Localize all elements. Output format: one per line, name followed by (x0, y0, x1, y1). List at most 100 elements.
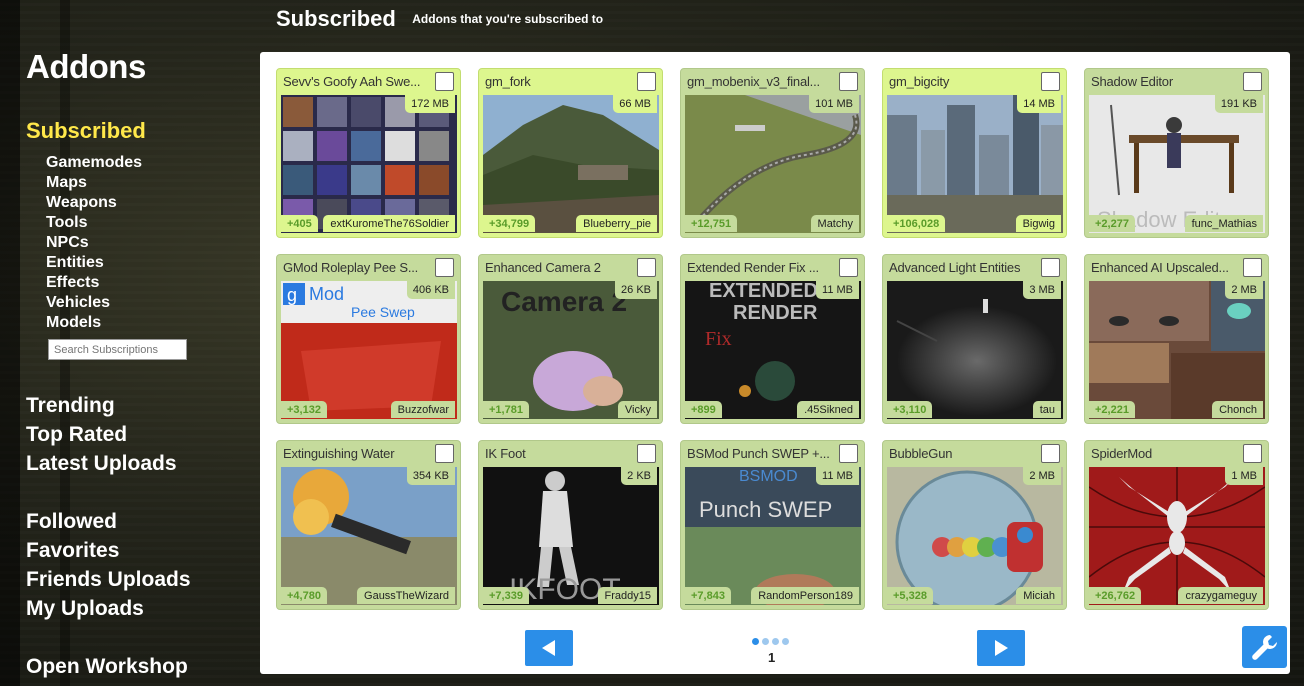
addon-select-checkbox[interactable] (839, 444, 858, 463)
search-subscriptions-input[interactable] (48, 339, 187, 360)
addon-score: +4,780 (281, 587, 327, 604)
addon-select-checkbox[interactable] (637, 72, 656, 91)
addon-select-checkbox[interactable] (435, 72, 454, 91)
addon-author: RandomPerson189 (751, 587, 859, 604)
open-workshop-link[interactable]: Open Workshop (26, 652, 188, 681)
addon-select-checkbox[interactable] (1243, 258, 1262, 277)
addon-select-checkbox[interactable] (637, 444, 656, 463)
addon-thumbnail: Camera 2 (483, 281, 659, 419)
page-indicator (752, 638, 789, 645)
addon-card[interactable]: gm_mobenix_v3_final... 101 MB +12,751 Ma… (680, 68, 865, 238)
addon-author: Bigwig (1015, 215, 1061, 232)
addon-title: Sevv's Goofy Aah Swe... (283, 74, 421, 89)
addon-score: +3,110 (887, 401, 933, 418)
addon-select-checkbox[interactable] (839, 258, 858, 277)
addon-select-checkbox[interactable] (1041, 444, 1060, 463)
addon-card[interactable]: BSMOD Punch SWEP BSMod Punch SWEP +... 1… (680, 440, 865, 610)
category-tools[interactable]: Tools (46, 213, 142, 233)
addon-author: Miciah (1016, 587, 1061, 604)
addon-size: 14 MB (1017, 95, 1061, 113)
addon-thumbnail (281, 467, 457, 605)
category-gamemodes[interactable]: Gamemodes (46, 153, 142, 173)
addon-select-checkbox[interactable] (637, 258, 656, 277)
category-maps[interactable]: Maps (46, 173, 142, 193)
nav-trending[interactable]: Trending (26, 391, 177, 420)
nav-latest-uploads[interactable]: Latest Uploads (26, 449, 177, 478)
addon-score: +405 (281, 215, 318, 232)
addon-card[interactable]: Camera 2 Enhanced Camera 2 26 KB +1,781 … (478, 254, 663, 424)
addon-card[interactable]: BubbleGun 2 MB +5,328 Miciah (882, 440, 1067, 610)
addon-card[interactable]: EXTENDED RENDER Fix Extended Render Fix … (680, 254, 865, 424)
addon-thumbnail: Shadow Edit (1089, 95, 1265, 233)
addon-card[interactable]: Enhanced AI Upscaled... 2 MB +2,221 Chon… (1084, 254, 1269, 424)
category-entities[interactable]: Entities (46, 253, 142, 273)
nav-group-personal: Followed Favorites Friends Uploads My Up… (26, 507, 191, 623)
page-number: 1 (768, 650, 776, 665)
addon-card[interactable]: IKFOOT IK Foot 2 KB +7,339 Fraddy15 (478, 440, 663, 610)
addon-select-checkbox[interactable] (1243, 72, 1262, 91)
addon-thumbnail (281, 95, 457, 233)
thumb-text: EXTENDED (709, 281, 818, 302)
addon-score: +2,221 (1089, 401, 1135, 418)
next-page-button[interactable] (977, 630, 1025, 666)
addon-author: Buzzofwar (390, 401, 455, 418)
addon-score: +34,799 (483, 215, 536, 232)
category-vehicles[interactable]: Vehicles (46, 293, 142, 313)
addon-select-checkbox[interactable] (1041, 258, 1060, 277)
addon-size: 3 MB (1023, 281, 1061, 299)
addon-title: Shadow Editor (1091, 74, 1173, 89)
addon-panel: Sevv's Goofy Aah Swe... 172 MB +405 extK… (260, 52, 1290, 674)
page-header: Subscribed Addons that you're subscribed… (276, 6, 603, 32)
page-dot (782, 638, 789, 645)
addon-size: 1 MB (1225, 467, 1263, 485)
addon-thumbnail (1089, 467, 1265, 605)
addon-thumbnail: g Mod Pee Swep (281, 281, 457, 419)
category-models[interactable]: Models (46, 313, 142, 333)
addon-select-checkbox[interactable] (435, 258, 454, 277)
addon-size: 101 MB (809, 95, 859, 113)
addon-select-checkbox[interactable] (839, 72, 858, 91)
nav-favorites[interactable]: Favorites (26, 536, 191, 565)
addon-title: Enhanced Camera 2 (485, 260, 601, 275)
addon-thumbnail (887, 281, 1063, 419)
nav-friends-uploads[interactable]: Friends Uploads (26, 565, 191, 594)
thumb-text: Punch SWEP (699, 497, 832, 522)
addon-card[interactable]: gm_bigcity 14 MB +106,028 Bigwig (882, 68, 1067, 238)
addon-select-checkbox[interactable] (435, 444, 454, 463)
addon-tools-button[interactable] (1242, 626, 1287, 668)
thumb-text: BSMOD (739, 468, 798, 485)
addon-card[interactable]: Advanced Light Entities 3 MB +3,110 tau (882, 254, 1067, 424)
addon-title: SpiderMod (1091, 446, 1153, 461)
addon-card[interactable]: Shadow Edit Shadow Editor 191 KB +2,277 … (1084, 68, 1269, 238)
category-effects[interactable]: Effects (46, 273, 142, 293)
wrench-icon (1251, 635, 1277, 660)
nav-top-rated[interactable]: Top Rated (26, 420, 177, 449)
previous-page-button[interactable] (525, 630, 573, 666)
addon-title: gm_mobenix_v3_final... (687, 74, 820, 89)
arrow-left-icon (542, 640, 555, 656)
thumb-text: Mod (309, 284, 344, 304)
addon-size: 26 KB (615, 281, 657, 299)
addon-card[interactable]: Extinguishing Water 354 KB +4,780 GaussT… (276, 440, 461, 610)
addon-card[interactable]: Sevv's Goofy Aah Swe... 172 MB +405 extK… (276, 68, 461, 238)
sidebar: Addons Subscribed Gamemodes Maps Weapons… (26, 0, 256, 686)
addon-score: +2,277 (1089, 215, 1135, 232)
category-npcs[interactable]: NPCs (46, 233, 142, 253)
addon-author: extKuromeThe76Soldier (323, 215, 455, 232)
addon-thumbnail (685, 95, 861, 233)
addon-select-checkbox[interactable] (1041, 72, 1060, 91)
addon-card[interactable]: SpiderMod 1 MB +26,762 crazygameguy (1084, 440, 1269, 610)
addon-size: 191 KB (1214, 95, 1263, 113)
addon-card[interactable]: g Mod Pee Swep GMod Roleplay Pee S... 40… (276, 254, 461, 424)
category-weapons[interactable]: Weapons (46, 193, 142, 213)
addon-thumbnail: BSMOD Punch SWEP (685, 467, 861, 605)
addon-title: Advanced Light Entities (889, 260, 1021, 275)
nav-followed[interactable]: Followed (26, 507, 191, 536)
nav-my-uploads[interactable]: My Uploads (26, 594, 191, 623)
arrow-right-icon (995, 640, 1008, 656)
addon-title: BubbleGun (889, 446, 953, 461)
nav-group-workshop: Open Workshop (26, 652, 188, 681)
addon-select-checkbox[interactable] (1243, 444, 1262, 463)
addon-card[interactable]: gm_fork 66 MB +34,799 Blueberry_pie (478, 68, 663, 238)
sidebar-item-subscribed[interactable]: Subscribed (26, 118, 146, 144)
